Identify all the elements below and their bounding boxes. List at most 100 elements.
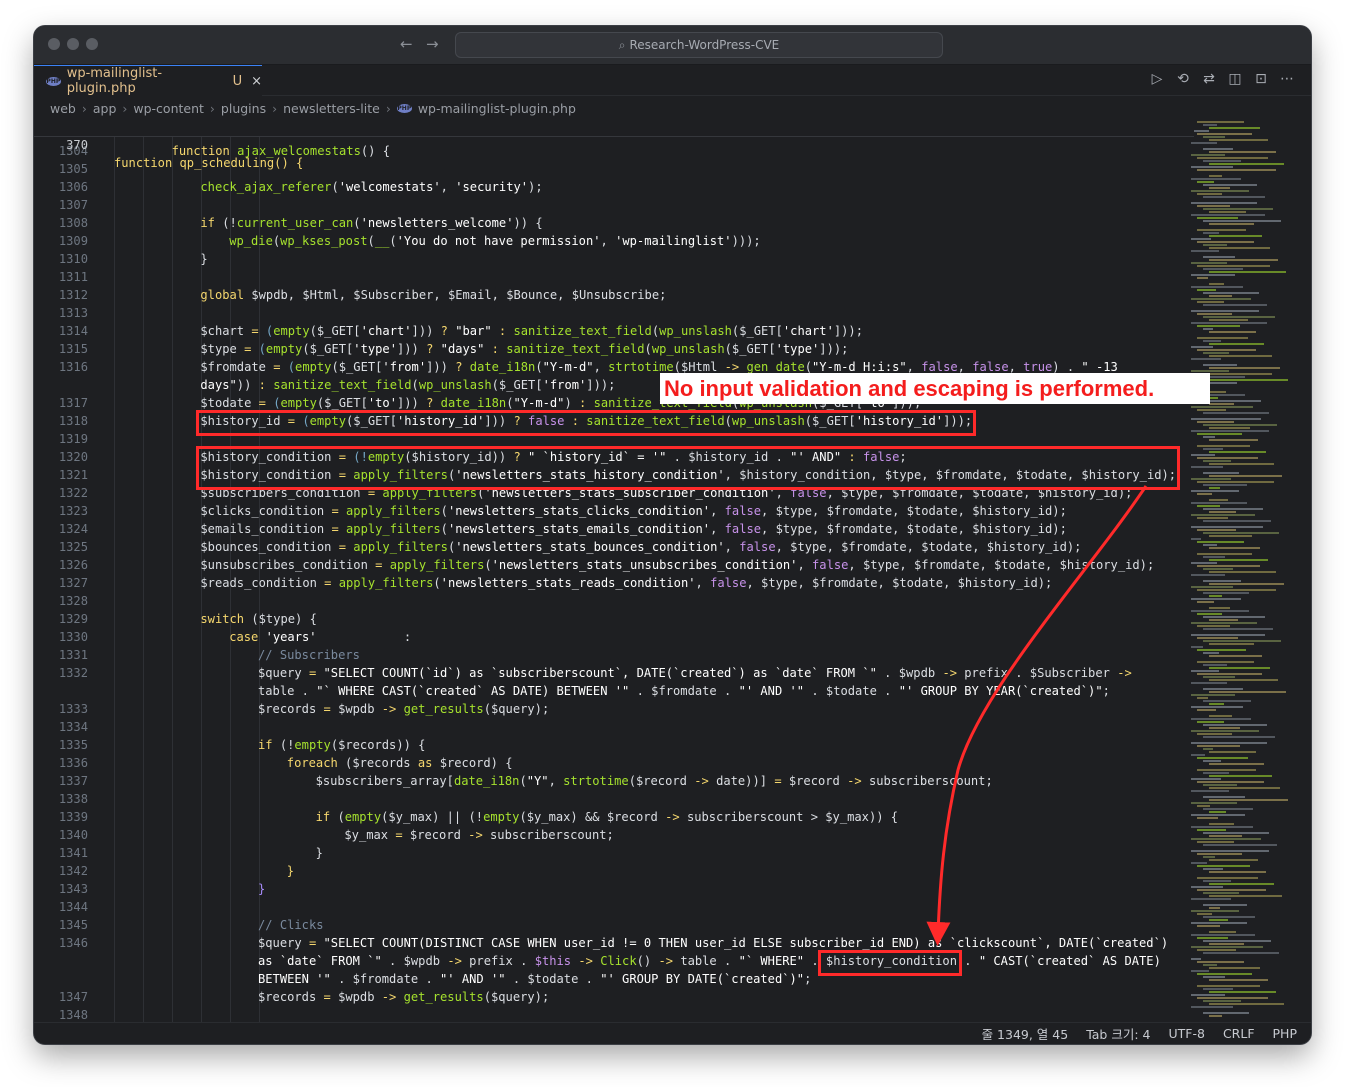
minimap-line [1191,178,1241,180]
code-line[interactable]: 1340 $y_max = $record -> subscriberscount… [34,826,1184,844]
breadcrumb-item[interactable]: web [50,101,76,116]
code-text: // Subscribers [258,646,360,664]
code-line[interactable]: 1310} [34,250,1184,268]
minimap-line [1203,688,1243,690]
code-line[interactable]: BETWEEN '" . $fromdate . "' AND '" . $to… [34,970,1184,988]
status-item[interactable]: PHP [1273,1026,1297,1041]
code-line[interactable]: table . "` WHERE CAST(`created` AS DATE)… [34,682,1184,700]
minimap-line [1197,769,1256,771]
arrow-left-icon[interactable]: ← [400,35,413,53]
minimap[interactable] [1191,118,1299,1022]
code-line[interactable]: 1313 [34,304,1184,322]
code-line[interactable]: 1309 wp_die(wp_kses_post(__('You do not h… [34,232,1184,250]
arrow-right-icon[interactable]: → [426,35,439,53]
code-line[interactable]: 1332 $query = "SELECT COUNT(`id`) as `sub… [34,664,1184,682]
code-line[interactable]: 1347 $records = $wpdb -> get_results($que… [34,988,1184,1006]
sticky-scroll-header[interactable]: 370 function qp_scheduling() { [34,118,1194,170]
command-center-search[interactable]: ⌕ Research-WordPress-CVE [455,32,943,58]
code-token: BETWEEN '" [258,972,331,986]
breadcrumb-item[interactable]: plugins [221,101,266,116]
code-line[interactable]: 1344 [34,898,1184,916]
run-icon[interactable]: ▷ [1149,71,1165,87]
breadcrumb-item[interactable]: wp-content [133,101,204,116]
minimap-line [1191,670,1219,672]
minimap-line [1191,970,1209,972]
close-window-dot[interactable] [48,38,60,50]
code-line[interactable]: 1311 [34,268,1184,286]
minimize-window-dot[interactable] [67,38,79,50]
minimap-line [1209,487,1220,489]
minimap-line [1203,232,1219,234]
code-line[interactable]: 1328 [34,592,1184,610]
code-text: $subscribers_array[date_i18n("Y", strtot… [316,772,993,790]
code-line[interactable]: 1331 // Subscribers [34,646,1184,664]
lock-icon[interactable]: ⊡ [1253,71,1269,87]
line-number: 1325 [58,540,88,554]
code-token: , $type, $fromdate, $todate, $history_id… [761,522,1067,536]
maximize-window-dot[interactable] [86,38,98,50]
minimap-line [1191,718,1251,720]
status-item[interactable]: CRLF [1223,1026,1255,1041]
code-line[interactable]: 1314 $chart = (empty($_GET['chart'])) ? "… [34,322,1184,340]
code-line[interactable]: 1306 check_ajax_referer('welcomestats', '… [34,178,1184,196]
code-line[interactable]: 1346 $query = "SELECT COUNT(DISTINCT CASE… [34,934,1184,952]
code-line[interactable]: 1339 if (empty($y_max) || (!empty($y_max)… [34,808,1184,826]
minimap-line [1197,313,1232,315]
code-line[interactable]: 1323 $clicks_condition = apply_filters('n… [34,502,1184,520]
code-line[interactable]: 1345 // Clicks [34,916,1184,934]
minimap-line [1203,664,1227,666]
line-number: 1335 [58,738,88,752]
status-item[interactable]: UTF-8 [1168,1026,1204,1041]
code-line[interactable]: 1324 $emails_condition = apply_filters('n… [34,520,1184,538]
code-line[interactable]: 1315 $type = (empty($_GET['type'])) ? "da… [34,340,1184,358]
code-line[interactable]: 1341} [34,844,1184,862]
code-token: false [812,558,849,572]
code-line[interactable]: 1308 if (!current_user_can('newsletters_w… [34,214,1184,232]
code-line[interactable]: 1325 $bounces_condition = apply_filters('… [34,538,1184,556]
code-line[interactable]: 1330 case 'years' : [34,628,1184,646]
code-line[interactable]: 1326 $unsubscribes_condition = apply_filt… [34,556,1184,574]
breadcrumb-item[interactable]: app [93,101,117,116]
source-control-icon[interactable]: ⇄ [1201,71,1217,87]
breadcrumb-item[interactable]: wp-mailinglist-plugin.php [418,101,576,116]
tab-wp-mailinglist-plugin[interactable]: PHP wp-mailinglist-plugin.php U × [34,65,262,96]
code-editor[interactable]: 370 function qp_scheduling() { 1304 funct… [34,118,1194,1022]
code-token: "' AND '" [738,684,805,698]
minimap-line [1197,937,1228,939]
minimap-line [1191,286,1243,288]
code-token: as [417,756,440,770]
code-token: 'You do not have permission' [396,234,601,248]
code-line[interactable]: 1338 [34,790,1184,808]
breadcrumb-item[interactable]: newsletters-lite [283,101,380,116]
code-line[interactable]: 1334 [34,718,1184,736]
code-token: (! [222,216,237,230]
code-line[interactable]: 1342} [34,862,1184,880]
code-text: $chart = (empty($_GET['chart'])) ? "bar"… [200,322,863,340]
minimap-line [1209,991,1276,993]
minimap-line [1209,775,1272,777]
code-line[interactable]: 1343} [34,880,1184,898]
more-icon[interactable]: ⋯ [1279,71,1295,87]
code-token: $subscribers_array[ [315,774,454,788]
split-editor-icon[interactable]: ◫ [1227,71,1243,87]
code-line[interactable]: 1327 $reads_condition = apply_filters('ne… [34,574,1184,592]
code-line[interactable]: 1312 global $wpdb, $Html, $Subscriber, $E… [34,286,1184,304]
minimap-line [1209,703,1224,705]
status-item[interactable]: Tab 크기: 4 [1086,1024,1150,1043]
code-line[interactable]: as `date` FROM `" . $wpdb -> prefix . $t… [34,952,1184,970]
sticky-function-signature: function qp_scheduling() { [114,156,304,170]
history-icon[interactable]: ⟲ [1175,71,1191,87]
code-line[interactable]: 1307 [34,196,1184,214]
code-token: $records [258,990,324,1004]
minimap-line [1209,799,1288,801]
close-icon[interactable]: × [251,74,262,89]
code-line[interactable]: 1336 foreach ($records as $record) { [34,754,1184,772]
code-line[interactable]: 1337 $subscribers_array[date_i18n("Y", st… [34,772,1184,790]
code-line[interactable]: 1333 $records = $wpdb -> get_results($que… [34,700,1184,718]
status-item[interactable]: 줄 1349, 열 45 [982,1024,1069,1043]
code-token: strtotime [608,360,674,374]
code-line[interactable]: 1329 switch ($type) { [34,610,1184,628]
code-line[interactable]: 1335 if (!empty($records)) { [34,736,1184,754]
minimap-line [1197,757,1248,759]
code-token: ($query); [483,990,550,1004]
